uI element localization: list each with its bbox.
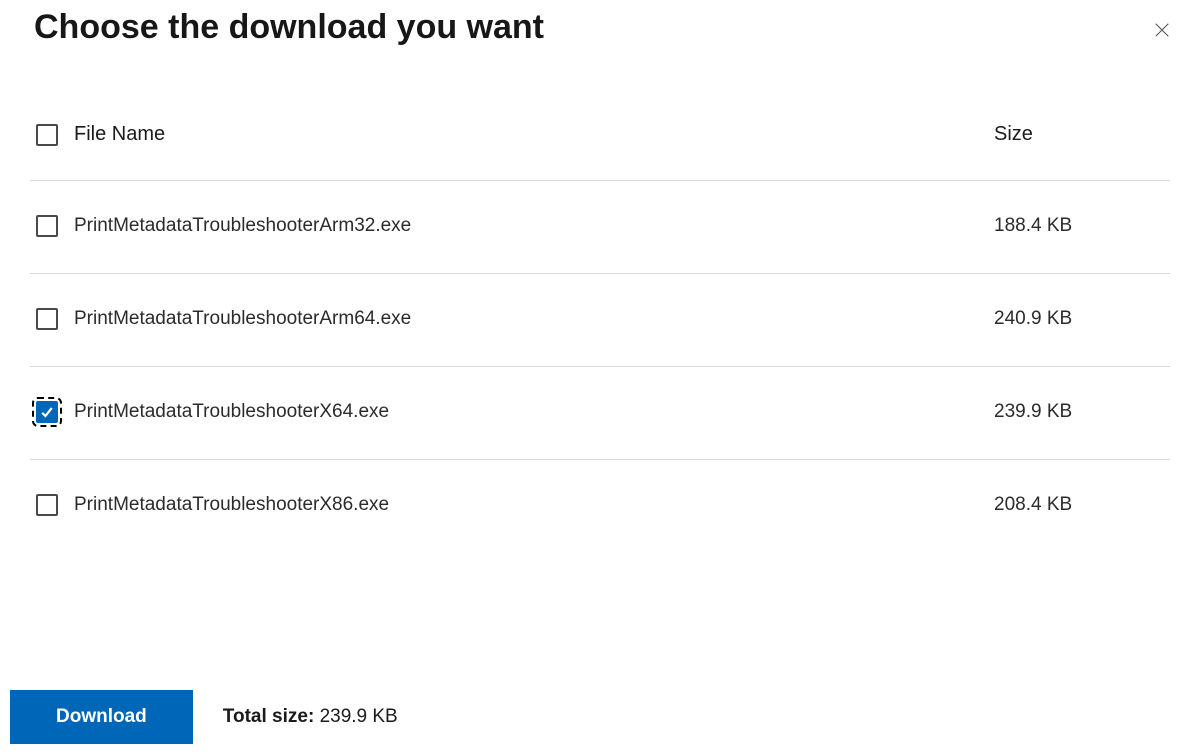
table-row: PrintMetadataTroubleshooterArm64.exe240.… <box>30 274 1170 367</box>
file-size: 208.4 KB <box>994 494 1164 516</box>
select-all-checkbox[interactable] <box>36 124 58 146</box>
file-name: PrintMetadataTroubleshooterX86.exe <box>74 494 994 516</box>
close-button[interactable] <box>1150 18 1174 42</box>
table-row: PrintMetadataTroubleshooterX64.exe239.9 … <box>30 367 1170 460</box>
file-checkbox[interactable] <box>36 308 58 330</box>
dialog-title: Choose the download you want <box>34 0 1170 55</box>
column-header-filename: File Name <box>74 123 994 146</box>
total-size-label: Total size: <box>223 706 315 727</box>
file-size: 188.4 KB <box>994 215 1164 237</box>
file-name: PrintMetadataTroubleshooterX64.exe <box>74 401 994 423</box>
file-size: 239.9 KB <box>994 401 1164 423</box>
file-checkbox[interactable] <box>36 215 58 237</box>
table-header-row: File Name Size <box>30 109 1170 181</box>
file-checkbox[interactable] <box>36 401 58 423</box>
file-name: PrintMetadataTroubleshooterArm64.exe <box>74 308 994 330</box>
download-table: File Name Size PrintMetadataTroubleshoot… <box>30 109 1170 552</box>
table-row: PrintMetadataTroubleshooterArm32.exe188.… <box>30 181 1170 274</box>
total-size-text: Total size: 239.9 KB <box>223 706 398 728</box>
total-size-value: 239.9 KB <box>320 706 398 727</box>
close-icon <box>1153 21 1171 39</box>
dialog-footer: Download Total size: 239.9 KB <box>10 690 398 744</box>
check-icon <box>39 404 55 420</box>
file-size: 240.9 KB <box>994 308 1164 330</box>
file-name: PrintMetadataTroubleshooterArm32.exe <box>74 215 994 237</box>
column-header-size: Size <box>994 123 1164 146</box>
table-row: PrintMetadataTroubleshooterX86.exe208.4 … <box>30 460 1170 552</box>
file-checkbox[interactable] <box>36 494 58 516</box>
download-button[interactable]: Download <box>10 690 193 744</box>
